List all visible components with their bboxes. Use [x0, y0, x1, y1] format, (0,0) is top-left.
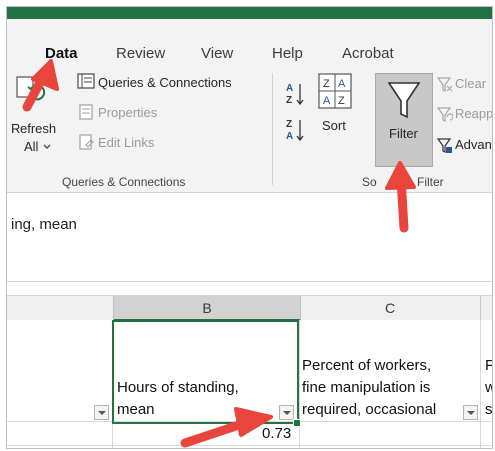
annotation-arrow-data-tab	[22, 59, 59, 112]
annotation-arrow-filter	[385, 161, 416, 233]
annotation-arrows	[22, 59, 416, 448]
excel-window: Data Review View Help Acrobat R efresh A…	[6, 6, 493, 449]
annotation-arrow-dropdown	[180, 407, 273, 448]
